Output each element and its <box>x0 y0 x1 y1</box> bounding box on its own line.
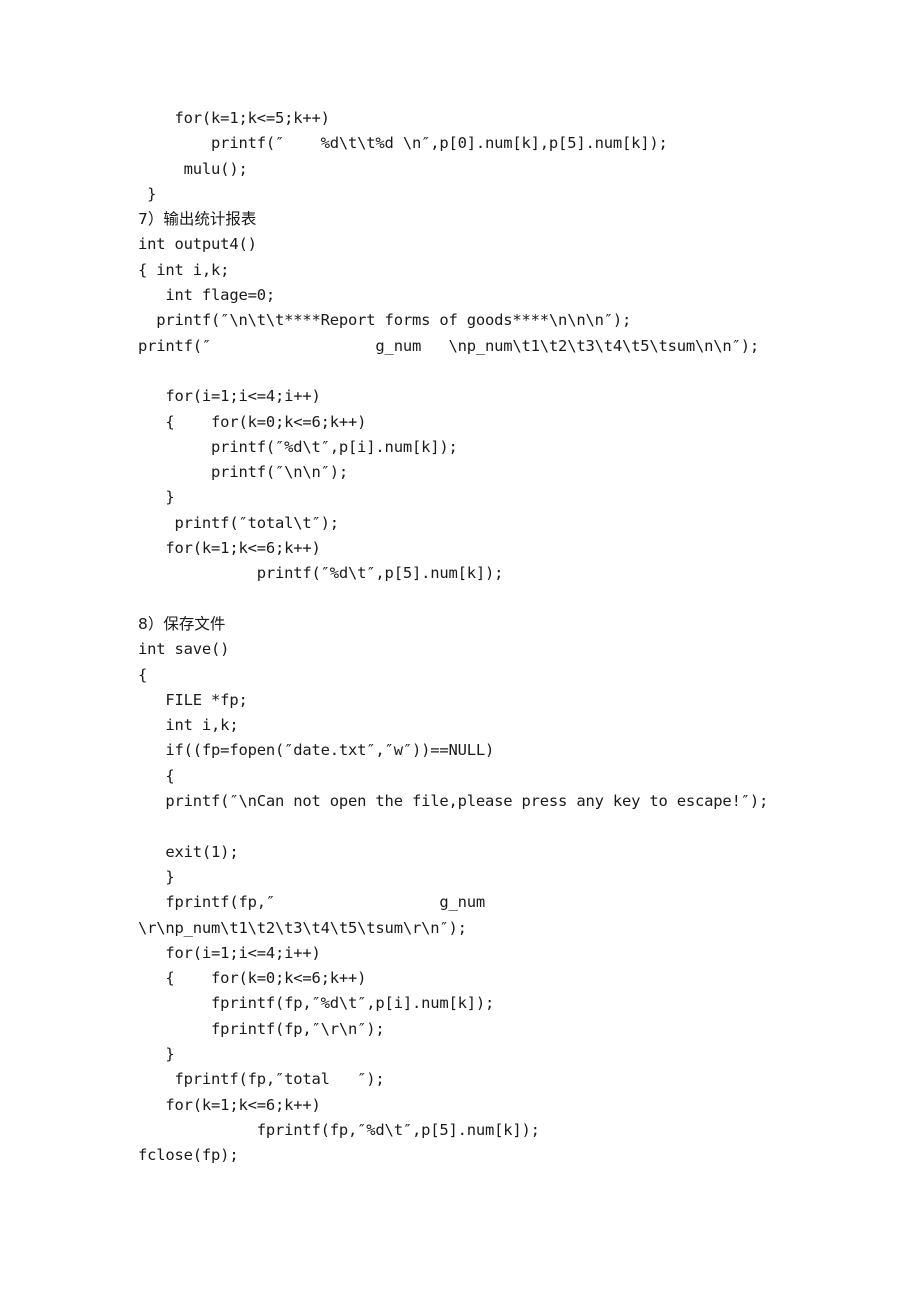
code-line: printf(″ %d\t\t%d \n″,p[0].num[k],p[5].n… <box>138 134 668 153</box>
code-line: { int i,k; <box>138 260 230 279</box>
code-line: } <box>138 1044 175 1063</box>
code-line: printf(″ g_num \np_num\t1\t2\t3\t4\t5\ts… <box>138 336 759 355</box>
code-line: } <box>138 184 157 203</box>
code-listing: for(k=1;k<=5;k++) printf(″ %d\t\t%d \n″,… <box>138 106 838 1168</box>
section-heading: 7）输出统计报表 <box>138 210 257 229</box>
code-line: for(k=1;k<=6;k++) <box>138 1095 321 1114</box>
code-line: for(i=1;i<=4;i++) <box>138 943 321 962</box>
code-line: fprintf(fp,″total ″); <box>138 1070 385 1089</box>
code-line: FILE *fp; <box>138 690 248 709</box>
code-line: printf(″\nCan not open the file,please p… <box>138 792 769 811</box>
code-line: printf(″total\t″); <box>138 513 340 532</box>
code-line: fprintf(fp,″%d\t″,p[i].num[k]); <box>138 994 495 1013</box>
code-line: printf(″%d\t″,p[i].num[k]); <box>138 437 458 456</box>
section-heading: 8）保存文件 <box>138 614 226 633</box>
code-line: int output4() <box>138 235 257 254</box>
code-line: fprintf(fp,″%d\t″,p[5].num[k]); <box>138 1120 540 1139</box>
code-line: fprintf(fp,″ g_num <box>138 893 486 912</box>
code-line: \r\np_num\t1\t2\t3\t4\t5\tsum\r\n″); <box>138 918 467 937</box>
code-line: int flage=0; <box>138 286 275 305</box>
code-line: { <box>138 766 175 785</box>
code-line: printf(″\n\t\t****Report forms of goods*… <box>138 311 632 330</box>
code-line: { for(k=0;k<=6;k++) <box>138 412 367 431</box>
code-line: mulu(); <box>138 159 248 178</box>
code-line: } <box>138 867 175 886</box>
code-line: printf(″%d\t″,p[5].num[k]); <box>138 564 504 583</box>
code-line: fprintf(fp,″\r\n″); <box>138 1019 385 1038</box>
code-line: int i,k; <box>138 716 239 735</box>
code-line: exit(1); <box>138 842 239 861</box>
code-line: for(i=1;i<=4;i++) <box>138 387 321 406</box>
code-line: for(k=1;k<=5;k++) <box>138 109 330 127</box>
code-line: { <box>138 665 148 684</box>
code-line: printf(″\n\n″); <box>138 463 349 482</box>
code-line: { for(k=0;k<=6;k++) <box>138 969 367 988</box>
code-line: if((fp=fopen(″date.txt″,″w″))==NULL) <box>138 741 495 760</box>
code-line: for(k=1;k<=6;k++) <box>138 539 321 558</box>
code-line: } <box>138 488 175 507</box>
code-line: int save() <box>138 640 230 659</box>
code-line: fclose(fp); <box>138 1146 239 1165</box>
document-page: for(k=1;k<=5;k++) printf(″ %d\t\t%d \n″,… <box>0 0 920 1302</box>
